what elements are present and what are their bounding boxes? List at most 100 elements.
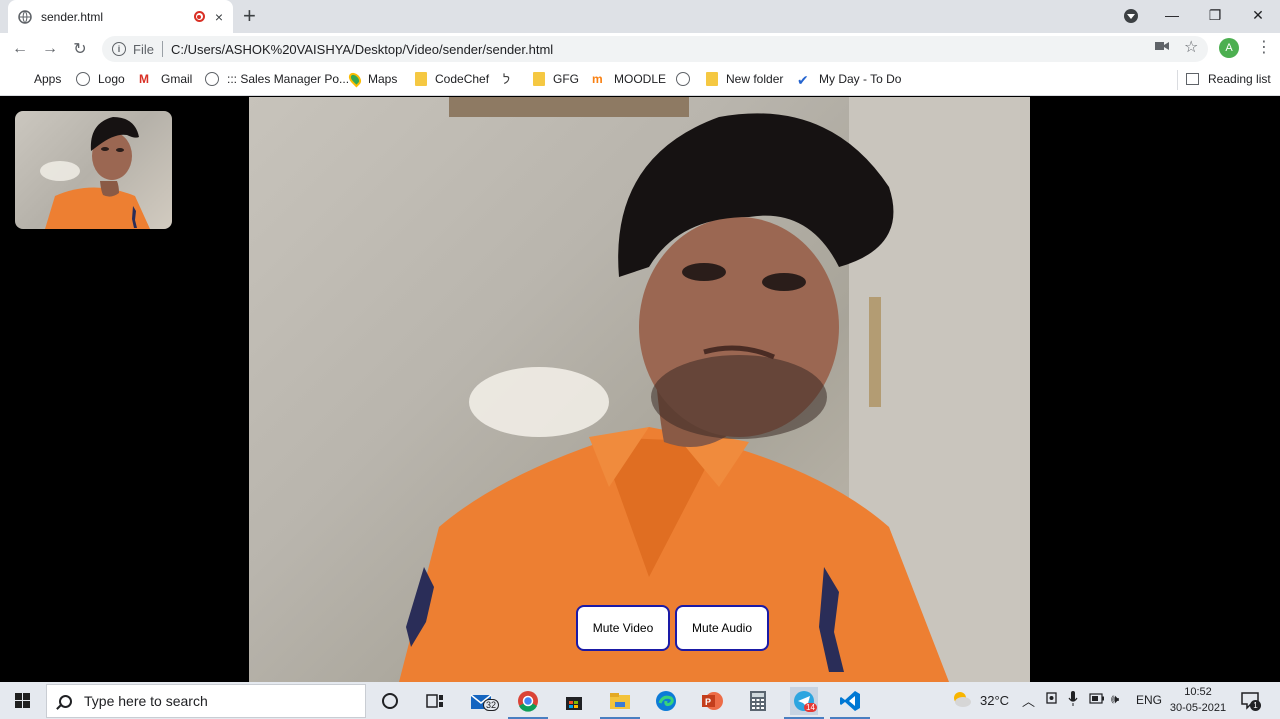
bookmark-gfg[interactable]: GFG bbox=[533, 71, 579, 87]
clock-date: 30-05-2021 bbox=[1169, 702, 1227, 714]
weather-icon[interactable] bbox=[950, 689, 972, 712]
calculator-icon[interactable] bbox=[744, 687, 772, 715]
telegram-badge: 14 bbox=[804, 703, 817, 712]
url-text[interactable]: C:/Users/ASHOK%20VAISHYA/Desktop/Video/s… bbox=[171, 42, 553, 57]
mute-video-button[interactable]: Mute Video bbox=[576, 605, 670, 651]
vscode-icon[interactable] bbox=[830, 687, 870, 719]
battery-icon[interactable] bbox=[1089, 693, 1105, 707]
bookmarks-bar: Apps Logo M Gmail ::: Sales Manager Po..… bbox=[0, 64, 1280, 96]
globe-icon bbox=[76, 72, 90, 86]
person-figure bbox=[399, 97, 1030, 682]
bookmark-logo[interactable]: Logo bbox=[76, 71, 125, 87]
bookmark-label: CodeChef bbox=[435, 72, 490, 86]
bookmark-sales-manager[interactable]: ::: Sales Manager Po... bbox=[205, 71, 349, 87]
divider bbox=[1177, 70, 1178, 90]
bookmark-codechef[interactable]: CodeChef bbox=[415, 71, 489, 87]
reading-list-icon bbox=[1186, 73, 1199, 85]
browser-toolbar: ← → ↻ i File C:/Users/ASHOK%20VAISHYA/De… bbox=[0, 33, 1280, 64]
search-icon bbox=[59, 694, 72, 708]
globe-icon bbox=[18, 9, 32, 24]
local-video-preview bbox=[15, 111, 172, 229]
bookmark-new-folder[interactable]: New folder bbox=[706, 71, 783, 87]
leetcode-icon: ל bbox=[503, 72, 510, 87]
volume-icon[interactable]: 🕪 bbox=[1111, 691, 1119, 707]
bookmark-label: GFG bbox=[553, 72, 579, 86]
language-indicator[interactable]: ENG bbox=[1136, 693, 1162, 707]
info-icon[interactable]: i bbox=[112, 42, 126, 56]
tab-close-button[interactable]: × bbox=[215, 9, 223, 25]
cortana-icon[interactable] bbox=[376, 687, 404, 715]
new-tab-button[interactable]: + bbox=[243, 4, 256, 28]
tab-strip: sender.html × + — ❐ ✕ bbox=[0, 0, 1280, 33]
call-controls: Mute Video Mute Audio bbox=[576, 605, 769, 651]
search-placeholder: Type here to search bbox=[84, 693, 208, 709]
bookmark-label: Gmail bbox=[161, 72, 193, 86]
gmail-icon: M bbox=[139, 72, 149, 86]
meet-now-icon[interactable] bbox=[1046, 691, 1058, 708]
taskbar-search-input[interactable]: Type here to search bbox=[46, 684, 366, 718]
minimize-button[interactable]: — bbox=[1150, 0, 1194, 30]
camera-icon[interactable] bbox=[1155, 39, 1169, 55]
reading-list-label: Reading list bbox=[1208, 72, 1271, 86]
notification-icon[interactable]: 1 bbox=[1240, 690, 1261, 713]
microphone-icon[interactable] bbox=[1068, 691, 1078, 710]
person-figure bbox=[40, 117, 150, 229]
address-bar[interactable]: i File C:/Users/ASHOK%20VAISHYA/Desktop/… bbox=[102, 36, 1208, 62]
start-button[interactable] bbox=[0, 682, 45, 719]
globe-icon bbox=[676, 72, 690, 86]
bookmark-apps[interactable]: Apps bbox=[12, 71, 61, 87]
menu-icon[interactable]: ⋮ bbox=[1256, 37, 1272, 57]
divider bbox=[161, 41, 163, 57]
bookmark-gmail[interactable]: M Gmail bbox=[139, 71, 192, 87]
window-close-button[interactable]: ✕ bbox=[1236, 0, 1280, 30]
bookmark-moodle[interactable]: m MOODLE bbox=[592, 71, 666, 87]
bookmark-label: New folder bbox=[726, 72, 784, 86]
todo-icon: ✔ bbox=[797, 72, 809, 88]
apps-icon bbox=[12, 72, 26, 86]
tab-title: sender.html bbox=[41, 9, 104, 24]
edge-icon[interactable] bbox=[652, 687, 680, 715]
bookmark-maps[interactable]: Maps bbox=[346, 70, 397, 88]
clock-time: 10:52 bbox=[1184, 686, 1212, 698]
powerpoint-icon[interactable]: P bbox=[698, 687, 726, 715]
globe-icon bbox=[205, 72, 219, 86]
task-view-icon[interactable] bbox=[421, 687, 449, 715]
system-clock[interactable]: 10:52 30-05-2021 bbox=[1166, 684, 1230, 716]
maximize-button[interactable]: ❐ bbox=[1193, 0, 1237, 30]
moodle-icon: m bbox=[592, 72, 603, 86]
bookmark-globe[interactable] bbox=[676, 71, 698, 87]
avatar[interactable]: A bbox=[1219, 38, 1239, 58]
bookmark-my-day[interactable]: ✔ My Day - To Do bbox=[797, 71, 902, 88]
store-icon[interactable] bbox=[560, 687, 588, 715]
chrome-icon[interactable] bbox=[508, 687, 548, 719]
tab-sender[interactable]: sender.html × bbox=[8, 0, 233, 33]
reload-button[interactable]: ↻ bbox=[69, 38, 91, 60]
mute-audio-button[interactable]: Mute Audio bbox=[675, 605, 769, 651]
folder-icon bbox=[533, 72, 545, 86]
forward-button[interactable]: → bbox=[39, 38, 61, 60]
reading-list-button[interactable]: Reading list bbox=[1186, 72, 1271, 86]
bookmark-label: My Day - To Do bbox=[819, 72, 902, 86]
bookmark-leetcode[interactable]: ל bbox=[503, 71, 523, 87]
taskbar: Type here to search 32 P 14 32°C ︿ 🕪 ENG… bbox=[0, 682, 1280, 719]
windows-icon bbox=[15, 693, 30, 708]
tab-search-icon[interactable] bbox=[1124, 9, 1138, 23]
notification-badge: 1 bbox=[1250, 700, 1261, 711]
bookmark-label: MOODLE bbox=[614, 72, 667, 86]
recording-icon bbox=[193, 11, 205, 22]
bookmark-label: ::: Sales Manager Po... bbox=[227, 72, 350, 86]
bookmark-label: Logo bbox=[98, 72, 125, 86]
file-explorer-icon[interactable] bbox=[600, 687, 640, 719]
chevron-up-icon[interactable]: ︿ bbox=[1022, 691, 1035, 710]
bookmark-label: Apps bbox=[34, 72, 62, 86]
telegram-icon[interactable]: 14 bbox=[784, 687, 824, 719]
folder-icon bbox=[415, 72, 427, 86]
svg-text:P: P bbox=[705, 697, 711, 707]
folder-icon bbox=[706, 72, 718, 86]
temperature-label[interactable]: 32°C bbox=[980, 693, 1009, 708]
bookmark-star-icon[interactable]: ☆ bbox=[1184, 37, 1198, 57]
url-scheme: File bbox=[133, 41, 154, 57]
remote-video bbox=[249, 97, 1030, 682]
back-button[interactable]: ← bbox=[9, 38, 31, 60]
mail-icon[interactable]: 32 bbox=[469, 687, 500, 715]
